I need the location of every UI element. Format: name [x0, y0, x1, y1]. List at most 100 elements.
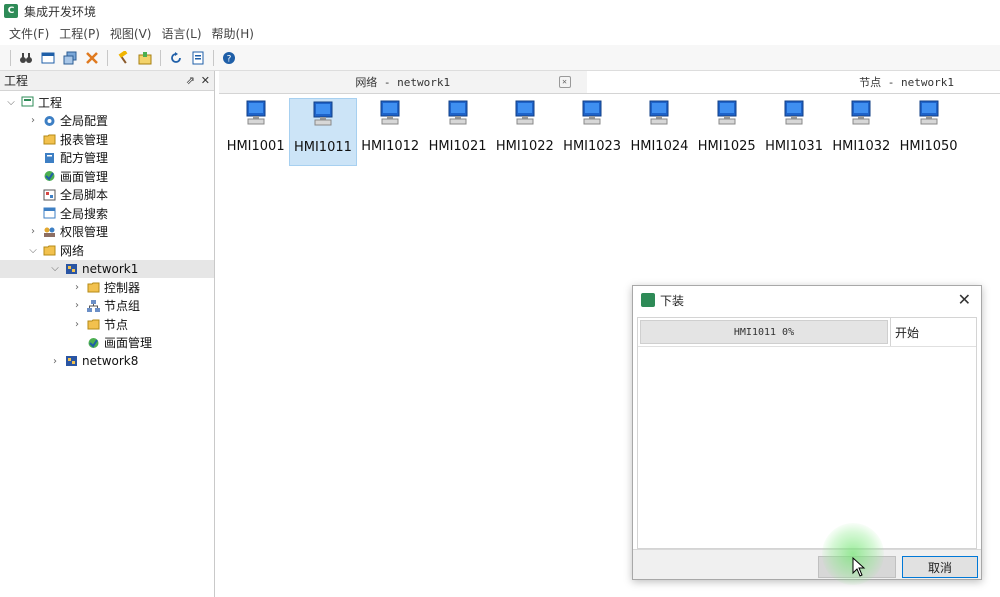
tree-item-label: 节点组: [104, 299, 141, 314]
svg-text:?: ?: [227, 54, 232, 64]
hmi-node[interactable]: HMI1025: [693, 98, 760, 166]
hmi-node-name: HMI1012: [361, 139, 420, 154]
tree-item-label: 权限管理: [60, 225, 109, 240]
folder-icon: [42, 244, 56, 257]
chevron-right-icon[interactable]: ›: [72, 300, 82, 311]
search-icon: [42, 207, 56, 220]
hmi-node[interactable]: HMI1022: [491, 98, 558, 166]
computer-icon: [582, 100, 602, 125]
tab-nodes[interactable]: 节点 - network1: [586, 71, 1000, 93]
tree-item[interactable]: › 节点: [0, 315, 214, 334]
hmi-node-name: HMI1024: [630, 139, 689, 154]
computer-icon: [851, 100, 871, 125]
tree-item[interactable]: › 节点组: [0, 297, 214, 316]
computer-icon: [246, 100, 266, 125]
folder-icon: [42, 133, 56, 146]
toolbar-grip: [10, 49, 11, 66]
project-panel: 工程 ⇗ ✕ ⌵ 工程 › 全局配置 报表管理 配方管理 画面管理 全局脚本 全局搜索 › 权限管理…: [0, 71, 215, 597]
tree-item[interactable]: › 全局配置: [0, 112, 214, 131]
delete-icon[interactable]: [83, 49, 101, 67]
app-icon: [641, 293, 655, 307]
menu-file[interactable]: 文件(F): [4, 25, 54, 42]
hmi-node-name: HMI1023: [563, 139, 622, 154]
hammer-icon[interactable]: [114, 49, 132, 67]
build-icon[interactable]: [136, 49, 154, 67]
tree-item[interactable]: 报表管理: [0, 130, 214, 149]
hmi-node-name: HMI1050: [899, 139, 958, 154]
hmi-node[interactable]: HMI1031: [760, 98, 827, 166]
stack-icon[interactable]: [61, 49, 79, 67]
binoculars-icon[interactable]: [17, 49, 35, 67]
computer-icon: [313, 101, 333, 126]
tree-item-label: 配方管理: [60, 151, 109, 166]
progress-bar: HMI1011 0%: [640, 320, 888, 344]
hmi-node-name: HMI1031: [765, 139, 823, 154]
computer-icon: [717, 100, 737, 125]
chevron-down-icon[interactable]: ⌵: [28, 245, 38, 256]
chevron-right-icon[interactable]: ›: [50, 356, 60, 367]
chevron-right-icon[interactable]: ›: [72, 282, 82, 293]
refresh-icon[interactable]: [167, 49, 185, 67]
tree-item[interactable]: › 权限管理: [0, 223, 214, 242]
tree-item-label: 工程: [38, 95, 63, 110]
chevron-down-icon[interactable]: ⌵: [50, 263, 60, 274]
tree-item[interactable]: 全局搜索: [0, 204, 214, 223]
computer-icon: [380, 100, 400, 125]
gear-icon: [42, 114, 56, 127]
hmi-node-name: HMI1022: [495, 139, 554, 154]
tree-item-label: network1: [82, 261, 139, 276]
tree-item-label: 网络: [60, 243, 85, 258]
tree-item[interactable]: 配方管理: [0, 149, 214, 168]
menu-project[interactable]: 工程(P): [54, 25, 105, 42]
tree-item[interactable]: 画面管理: [0, 334, 214, 353]
tree-item[interactable]: ⌵ 工程: [0, 93, 214, 112]
menu-view[interactable]: 视图(V): [105, 25, 157, 42]
screen-icon: [86, 336, 100, 349]
tab-network[interactable]: 网络 - network1 ✕: [219, 71, 587, 93]
hmi-node-name: HMI1032: [832, 139, 891, 154]
help-icon[interactable]: ?: [220, 49, 238, 67]
menu-help[interactable]: 帮助(H): [207, 25, 259, 42]
download-icon[interactable]: [189, 49, 207, 67]
project-tree: ⌵ 工程 › 全局配置 报表管理 配方管理 画面管理 全局脚本 全局搜索 › 权限管理 ⌵ 网络 ⌵ net…: [0, 91, 214, 371]
close-icon[interactable]: ✕: [958, 290, 971, 309]
tree-item-label: 画面管理: [104, 336, 153, 351]
tree-item[interactable]: ⌵ network1: [0, 259, 214, 278]
chevron-right-icon[interactable]: ›: [72, 319, 82, 330]
window-icon[interactable]: [39, 49, 57, 67]
project-panel-header: 工程 ⇗ ✕: [0, 71, 214, 91]
hmi-node[interactable]: HMI1001: [222, 98, 289, 166]
hmi-node[interactable]: HMI1032: [828, 98, 895, 166]
tree-item-label: 全局配置: [60, 114, 109, 129]
cancel-button[interactable]: 取消: [902, 556, 978, 578]
script-icon: [42, 188, 56, 201]
chevron-right-icon[interactable]: ›: [28, 115, 38, 126]
toolbar-separator: [107, 49, 108, 66]
float-panel-icon[interactable]: ⇗: [186, 74, 195, 87]
hmi-node[interactable]: HMI1021: [424, 98, 491, 166]
hmi-node[interactable]: HMI1023: [558, 98, 625, 166]
close-panel-icon[interactable]: ✕: [201, 74, 210, 87]
hmi-node[interactable]: HMI1012: [357, 98, 424, 166]
network-icon: [64, 355, 78, 368]
node-list: HMI1001 HMI1011 HMI1012 HMI1021 HMI1022 HMI10…: [222, 98, 962, 166]
hmi-node[interactable]: HMI1011: [289, 98, 357, 166]
computer-icon: [919, 100, 939, 125]
tree-item[interactable]: 画面管理: [0, 167, 214, 186]
tab-label: 网络 - network1: [355, 76, 451, 89]
panel-controls: ⇗ ✕: [186, 74, 210, 87]
chevron-down-icon[interactable]: ⌵: [6, 97, 16, 108]
tree-item[interactable]: 全局脚本: [0, 186, 214, 205]
tree-item[interactable]: ⌵ 网络: [0, 241, 214, 260]
close-tab-icon[interactable]: ✕: [558, 76, 571, 88]
toolbar-separator: [160, 49, 161, 66]
hmi-node[interactable]: HMI1050: [895, 98, 962, 166]
tree-item[interactable]: › network8: [0, 352, 214, 371]
menu-language[interactable]: 语言(L): [156, 25, 206, 42]
screen-icon: [42, 170, 56, 183]
chevron-right-icon[interactable]: ›: [28, 226, 38, 237]
folder-icon: [86, 281, 100, 294]
computer-icon: [448, 100, 468, 125]
tree-item[interactable]: › 控制器: [0, 278, 214, 297]
hmi-node[interactable]: HMI1024: [626, 98, 693, 166]
